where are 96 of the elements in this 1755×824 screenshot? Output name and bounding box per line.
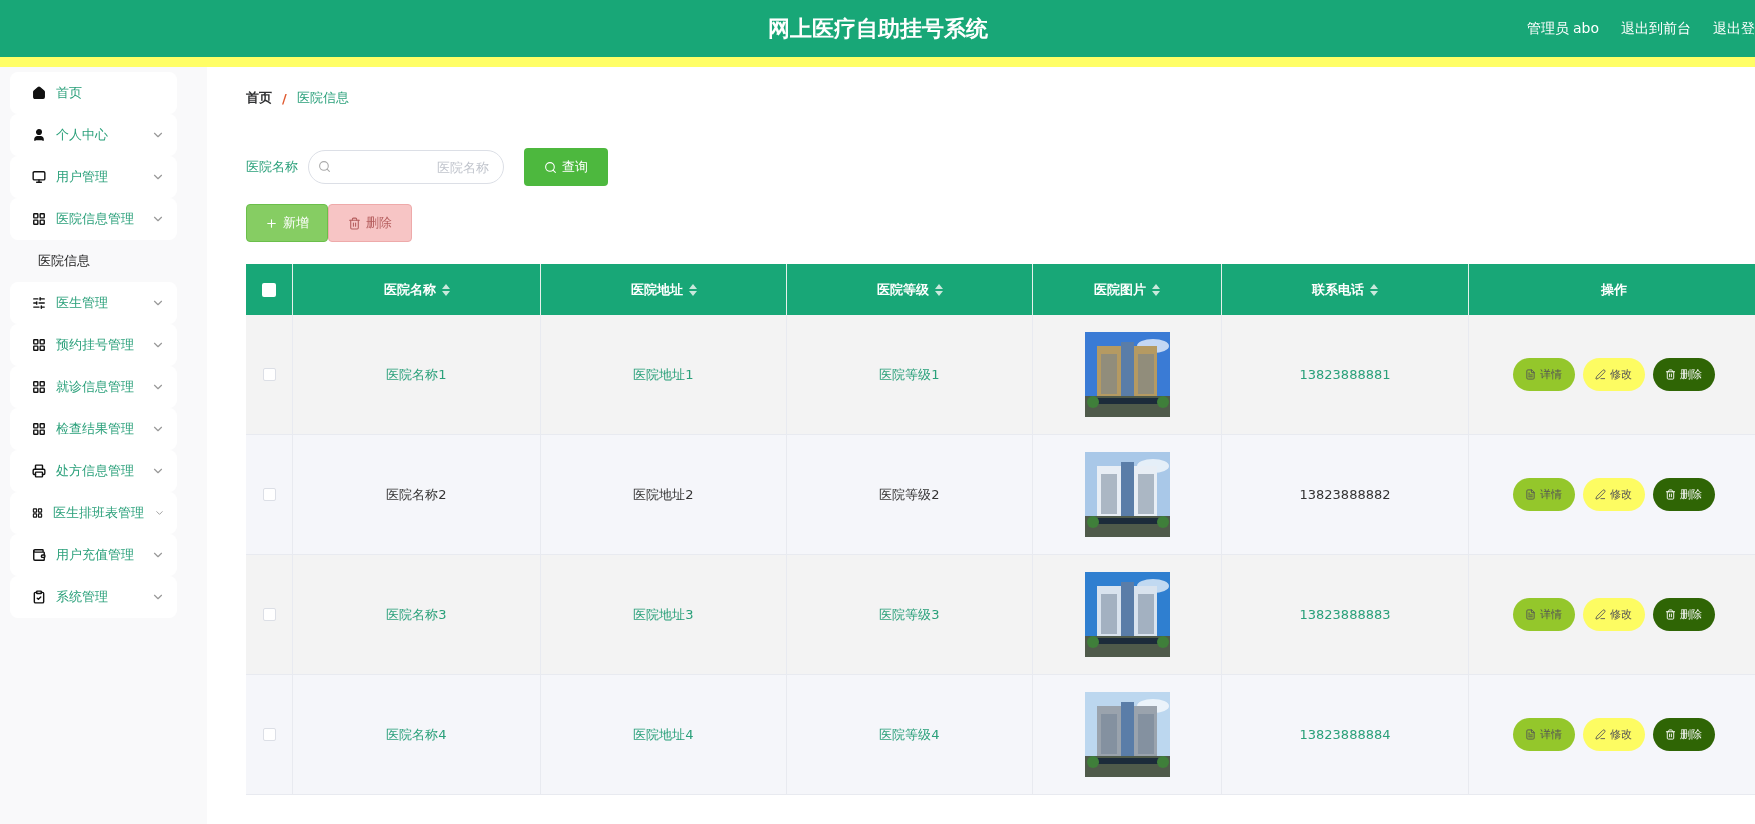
detail-button[interactable]: 详情 [1512, 358, 1575, 391]
pen-icon [1595, 729, 1606, 740]
search-icon [544, 160, 557, 174]
trash-icon [1665, 489, 1676, 500]
select-all-checkbox[interactable] [262, 282, 276, 297]
column-header[interactable]: 医院地址 [541, 264, 787, 315]
trash-icon [1665, 369, 1676, 380]
column-header[interactable]: 联系电话 [1222, 264, 1469, 315]
edit-button[interactable]: 修改 [1582, 718, 1645, 751]
detail-button[interactable]: 详情 [1512, 598, 1575, 631]
field-label: 医院名称 [246, 158, 298, 176]
menu-item[interactable]: 用户管理 [10, 156, 177, 198]
grid-icon [32, 422, 46, 436]
table-cell: 13823888881 [1222, 315, 1469, 435]
detail-button[interactable]: 详情 [1512, 478, 1575, 511]
table-cell: 医院名称4 [293, 675, 541, 795]
table-cell: 医院等级3 [787, 555, 1033, 675]
menu-item[interactable]: 医生排班表管理 [10, 492, 177, 534]
edit-button[interactable]: 修改 [1582, 598, 1645, 631]
monitor-icon [32, 170, 46, 184]
table-cell: 医院地址1 [541, 315, 787, 435]
grid-icon [32, 212, 46, 226]
header-link[interactable]: 管理员 abo [1526, 19, 1599, 38]
pen-icon [1595, 609, 1606, 620]
detail-button[interactable]: 详情 [1512, 718, 1575, 751]
delete-button[interactable]: 删除 [1652, 718, 1715, 751]
header-link[interactable]: 退出登 [1713, 19, 1755, 38]
table-cell: 医院地址4 [541, 675, 787, 795]
delete-button[interactable]: 删除 [1652, 598, 1715, 631]
document-icon [1525, 489, 1536, 500]
breadcrumb-item: 医院信息 [296, 89, 349, 107]
document-icon [1525, 609, 1536, 620]
search-field[interactable]: 医院名称 [308, 150, 504, 184]
row-checkbox[interactable] [262, 728, 276, 741]
trash-icon [1665, 609, 1676, 620]
table-cell: 医院等级1 [787, 315, 1033, 435]
pen-icon [1595, 369, 1606, 380]
column-header[interactable]: 医院等级 [787, 264, 1033, 315]
table-cell: 医院名称1 [293, 315, 541, 435]
table-cell: 医院名称3 [293, 555, 541, 675]
menu-item[interactable]: 首页 [10, 72, 177, 114]
add-button[interactable]: 新增 [246, 204, 328, 242]
menu-item[interactable]: 预约挂号管理 [10, 324, 177, 366]
query-button[interactable]: 查询 [524, 148, 608, 186]
menu-item[interactable]: 检查结果管理 [10, 408, 177, 450]
header-link[interactable]: 退出到前台 [1621, 19, 1691, 38]
grid-icon [32, 338, 46, 352]
submenu-item[interactable]: 医院信息 [10, 240, 177, 282]
plus-icon [265, 216, 278, 230]
breadcrumb-separator: / [282, 90, 287, 106]
table-cell: 医院名称2 [293, 435, 541, 555]
row-checkbox[interactable] [262, 608, 276, 621]
menu-item[interactable]: 用户充值管理 [10, 534, 177, 576]
table-cell: 医院等级2 [787, 435, 1033, 555]
sort-icon[interactable] [441, 283, 450, 296]
table-cell: 13823888883 [1222, 555, 1469, 675]
printer-icon [32, 464, 46, 478]
document-icon [1525, 729, 1536, 740]
pen-icon [1595, 489, 1606, 500]
document-icon [1525, 369, 1536, 380]
sliders-icon [32, 296, 46, 310]
table-cell: 13823888884 [1222, 675, 1469, 795]
menu-item[interactable]: 个人中心 [10, 114, 177, 156]
clipboard-icon [32, 590, 46, 604]
column-header[interactable]: 医院图片 [1033, 264, 1222, 315]
grid-icon [32, 506, 43, 520]
column-header[interactable]: 医院名称 [293, 264, 541, 315]
menu-item[interactable]: 就诊信息管理 [10, 366, 177, 408]
system-title: 网上医疗自助挂号系统 [767, 14, 988, 43]
edit-button[interactable]: 修改 [1582, 478, 1645, 511]
grid-icon [32, 380, 46, 394]
wallet-icon [32, 548, 46, 562]
home-icon [32, 86, 46, 100]
delete-button[interactable]: 删除 [1652, 478, 1715, 511]
breadcrumb-item[interactable]: 首页 [246, 89, 272, 107]
trash-icon [1665, 729, 1676, 740]
sort-icon[interactable] [688, 283, 697, 296]
column-header: 操作 [1469, 264, 1755, 315]
table-cell: 医院地址2 [541, 435, 787, 555]
sort-icon[interactable] [1370, 283, 1378, 296]
delete-button[interactable]: 删除 [1652, 358, 1715, 391]
trash-icon [348, 216, 361, 230]
row-checkbox[interactable] [262, 488, 276, 501]
menu-item[interactable]: 处方信息管理 [10, 450, 177, 492]
search-icon [318, 160, 331, 173]
menu-item[interactable]: 医生管理 [10, 282, 177, 324]
sort-icon[interactable] [934, 283, 943, 296]
row-checkbox[interactable] [262, 368, 276, 381]
table-cell: 医院地址3 [541, 555, 787, 675]
table-cell: 13823888882 [1222, 435, 1469, 555]
user-icon [32, 128, 46, 142]
menu-item[interactable]: 医院信息管理 [10, 198, 177, 240]
table-cell: 医院等级4 [787, 675, 1033, 795]
menu-item[interactable]: 系统管理 [10, 576, 177, 618]
sort-icon[interactable] [1152, 283, 1160, 296]
edit-button[interactable]: 修改 [1582, 358, 1645, 391]
